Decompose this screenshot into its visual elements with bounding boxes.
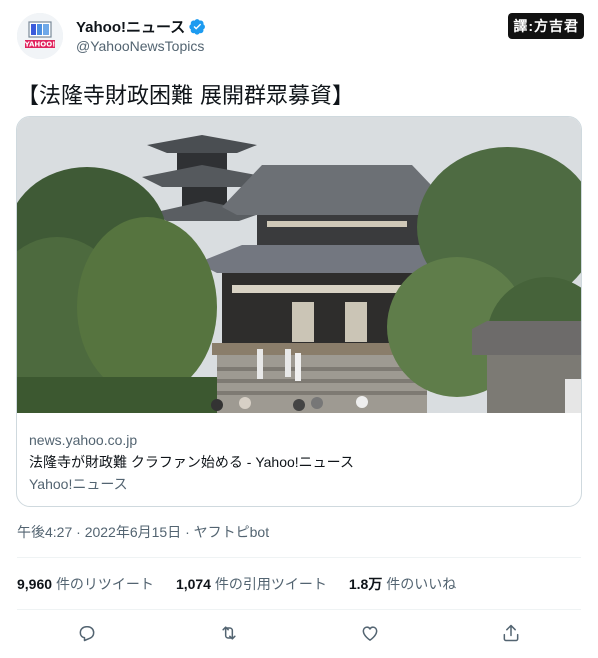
heart-icon [362, 626, 378, 641]
card-image[interactable] [17, 117, 581, 413]
reply-button[interactable] [74, 620, 100, 646]
avatar[interactable]: YAHOO! [17, 13, 63, 59]
retweets-label: 件のリツイート [55, 576, 154, 592]
retweet-button[interactable] [216, 620, 242, 646]
divider [17, 609, 581, 610]
share-button[interactable] [498, 620, 524, 646]
likes-label: 件のいいね [386, 576, 457, 592]
divider [17, 557, 581, 558]
retweets-count: 9,960 [17, 576, 53, 592]
account-name-row[interactable]: Yahoo!ニュース [76, 16, 206, 37]
tweet-text: 【法隆寺財政困難 展開群眾募資】 [17, 84, 354, 109]
avatar-logo: YAHOO! [17, 13, 63, 59]
retweets-stat[interactable]: 9,960 件のリツイート [17, 574, 154, 594]
link-card[interactable]: news.yahoo.co.jp 法隆寺が財政難 クラファン始める - Yaho… [16, 116, 582, 507]
quotes-count: 1,074 [175, 576, 211, 592]
translator-badge: 譯:方吉君 [508, 13, 584, 39]
tweet-timestamp[interactable]: 午後4:27 · 2022年6月15日 · ヤフトピbot [17, 522, 269, 542]
reply-icon [79, 626, 95, 642]
action-bar [0, 620, 598, 650]
avatar-text: YAHOO! [24, 41, 56, 49]
card-domain: news.yahoo.co.jp [29, 432, 138, 448]
likes-count: 1.8万 [348, 576, 383, 592]
likes-stat[interactable]: 1.8万 件のいいね [349, 574, 456, 594]
share-icon [503, 624, 519, 642]
engagement-stats: 9,960 件のリツイート 1,074 件の引用ツイート 1.8万 件のいいね [17, 574, 456, 594]
card-info[interactable]: news.yahoo.co.jp 法隆寺が財政難 クラファン始める - Yaho… [29, 429, 354, 495]
verified-icon [189, 19, 206, 35]
quotes-stat[interactable]: 1,074 件の引用ツイート [176, 574, 327, 594]
card-title[interactable]: 法隆寺が財政難 クラファン始める - Yahoo!ニュース [29, 451, 354, 473]
like-button[interactable] [357, 620, 383, 646]
retweet-icon [222, 626, 236, 640]
account-name[interactable]: Yahoo!ニュース [76, 16, 185, 37]
quotes-label: 件の引用ツイート [214, 576, 327, 592]
account-handle[interactable]: @YahooNewsTopics [76, 38, 204, 54]
card-source: Yahoo!ニュース [29, 476, 128, 492]
